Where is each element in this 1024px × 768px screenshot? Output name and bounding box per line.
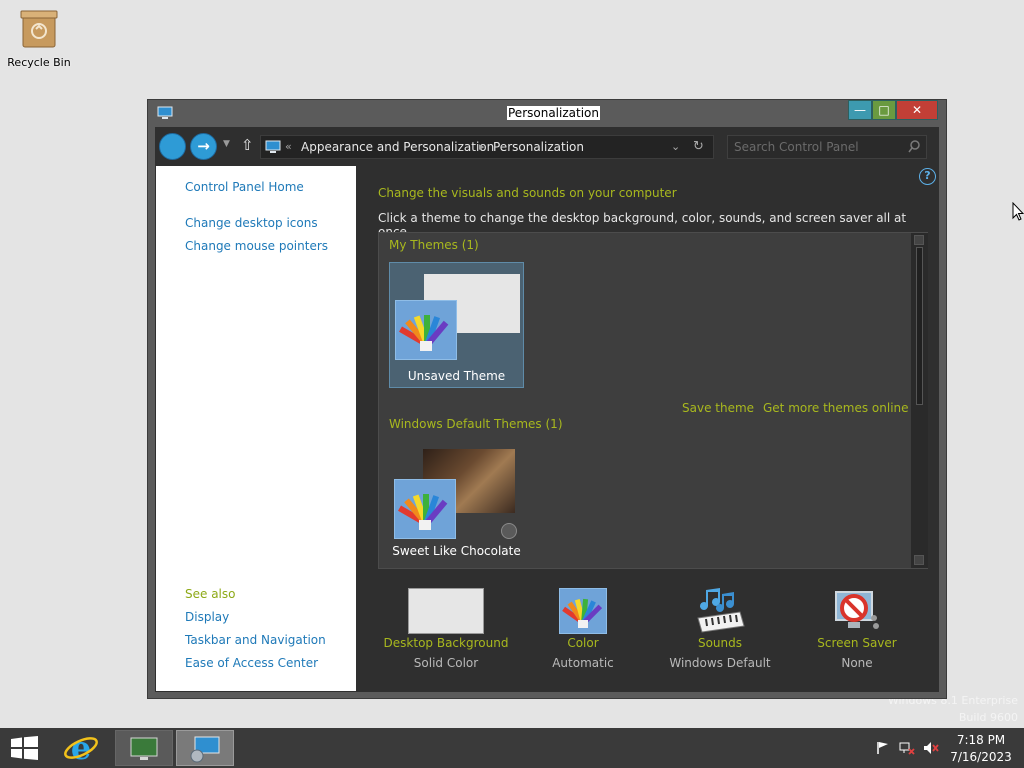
clock[interactable]: 7:18 PM 7/16/2023 — [950, 732, 1012, 766]
svg-text:e: e — [71, 730, 91, 766]
theme-unsaved-label: Unsaved Theme — [407, 369, 506, 383]
main-pane: ? Change the visuals and sounds on your … — [356, 166, 939, 691]
search-box[interactable]: Search Control Panel — [727, 135, 927, 159]
display-app-icon — [130, 737, 158, 760]
navigation-bar: → ▼ ⇧ « Appearance and Personalization ▸… — [155, 127, 939, 165]
clock-date: 7/16/2023 — [950, 750, 1012, 764]
color-label: Color — [567, 636, 599, 650]
theme-sweet-like-chocolate[interactable]: Sweet Like Chocolate — [389, 443, 524, 569]
desktop-background-label: Desktop Background — [383, 636, 509, 650]
theme-sweet-like-chocolate-label: Sweet Like Chocolate — [392, 544, 521, 558]
maximize-icon: □ — [878, 103, 890, 117]
clock-time: 7:18 PM — [956, 733, 1006, 747]
breadcrumb-overflow[interactable]: « — [285, 140, 292, 153]
scroll-thumb[interactable] — [916, 247, 923, 405]
control-panel-home-link[interactable]: Control Panel Home — [185, 180, 304, 194]
display-link[interactable]: Display — [185, 610, 229, 624]
forward-button[interactable]: → — [190, 133, 217, 160]
up-button[interactable]: ⇧ — [241, 136, 254, 154]
breadcrumb-personalization[interactable]: Personalization — [493, 140, 584, 154]
volume-muted-icon[interactable] — [923, 741, 939, 755]
maximize-button[interactable]: □ — [872, 100, 896, 120]
mouse-cursor-icon — [1012, 201, 1024, 225]
page-heading: Change the visuals and sounds on your co… — [378, 186, 677, 200]
start-button[interactable] — [10, 736, 40, 760]
desktop-background-icon — [408, 588, 484, 634]
color-palette-icon — [394, 479, 456, 539]
scroll-up-button[interactable] — [914, 235, 924, 245]
my-themes-heading: My Themes (1) — [389, 238, 479, 252]
taskbar-app-1[interactable] — [115, 730, 173, 766]
control-panel-icon — [157, 106, 173, 120]
theme-list-scrollbar[interactable] — [911, 233, 928, 568]
refresh-icon[interactable]: ↻ — [693, 139, 704, 154]
ease-of-access-link[interactable]: Ease of Access Center — [185, 656, 318, 670]
window-content: → ▼ ⇧ « Appearance and Personalization ▸… — [155, 127, 939, 692]
forward-arrow-icon: → — [197, 137, 210, 155]
back-button[interactable] — [159, 133, 186, 160]
color-palette-icon — [395, 300, 457, 360]
search-input[interactable]: Search Control Panel — [734, 140, 859, 154]
control-panel-taskbar-icon — [190, 736, 220, 763]
color-setting[interactable]: Color Automatic — [513, 588, 653, 670]
color-icon — [559, 588, 607, 634]
theme-unsaved[interactable]: Unsaved Theme — [389, 262, 524, 388]
minimize-button[interactable]: — — [848, 100, 872, 120]
taskbar: e 7:18 PM 7/16/2023 — [0, 728, 1024, 768]
recycle-bin-label: Recycle Bin — [7, 56, 71, 69]
task-pane: Control Panel Home Change desktop icons … — [156, 166, 356, 691]
color-value: Automatic — [552, 656, 614, 670]
action-center-flag-icon[interactable] — [876, 741, 890, 755]
screen-saver-setting[interactable]: Screen Saver None — [787, 588, 927, 670]
internet-explorer-taskbar-button[interactable]: e — [62, 729, 100, 767]
scroll-down-button[interactable] — [914, 555, 924, 565]
taskbar-navigation-link[interactable]: Taskbar and Navigation — [185, 633, 326, 647]
personalization-window: Personalization — □ ✕ → ▼ ⇧ « Appearance… — [147, 99, 947, 699]
sounds-value: Windows Default — [669, 656, 771, 670]
close-button[interactable]: ✕ — [896, 100, 938, 120]
window-title: Personalization — [507, 106, 600, 120]
change-mouse-pointers-link[interactable]: Change mouse pointers — [185, 239, 328, 253]
desktop-background-setting[interactable]: Desktop Background Solid Color — [376, 588, 516, 670]
sounds-label: Sounds — [697, 636, 743, 650]
address-bar[interactable]: « Appearance and Personalization ▸ Perso… — [260, 135, 714, 159]
minimize-icon: — — [854, 103, 866, 117]
recent-pages-dropdown[interactable]: ▼ — [223, 139, 230, 149]
address-dropdown-icon[interactable]: ⌄ — [671, 140, 680, 153]
watermark-build: Build 9600 — [958, 711, 1018, 724]
breadcrumb-appearance[interactable]: Appearance and Personalization — [301, 140, 494, 154]
screen-saver-icon — [832, 588, 882, 634]
change-desktop-icons-link[interactable]: Change desktop icons — [185, 216, 318, 230]
recycle-bin-icon — [20, 8, 58, 48]
sound-badge-icon — [501, 523, 517, 539]
recycle-bin-desktop-icon[interactable]: Recycle Bin — [6, 8, 72, 69]
network-disconnected-icon[interactable] — [899, 741, 915, 755]
breadcrumb-separator: ▸ — [479, 140, 485, 153]
search-icon[interactable] — [908, 140, 920, 154]
close-icon: ✕ — [911, 103, 923, 117]
windows-logo-icon — [11, 736, 38, 760]
internet-explorer-icon: e — [64, 729, 98, 767]
desktop-background-value: Solid Color — [413, 656, 479, 670]
title-bar[interactable]: Personalization — □ ✕ — [148, 100, 946, 126]
see-also-heading: See also — [185, 587, 236, 601]
sounds-icon — [694, 588, 746, 634]
help-icon[interactable]: ? — [919, 168, 936, 185]
theme-list: My Themes (1) Unsaved Theme Save theme G… — [378, 232, 928, 569]
get-more-themes-link[interactable]: Get more themes online — [763, 401, 909, 415]
save-theme-link[interactable]: Save theme — [682, 401, 754, 415]
taskbar-control-panel[interactable] — [176, 730, 234, 766]
default-themes-heading: Windows Default Themes (1) — [389, 417, 563, 431]
screen-saver-label: Screen Saver — [817, 636, 897, 650]
sounds-setting[interactable]: Sounds Windows Default — [650, 588, 790, 670]
screen-saver-value: None — [841, 656, 873, 670]
control-panel-address-icon — [265, 139, 281, 155]
